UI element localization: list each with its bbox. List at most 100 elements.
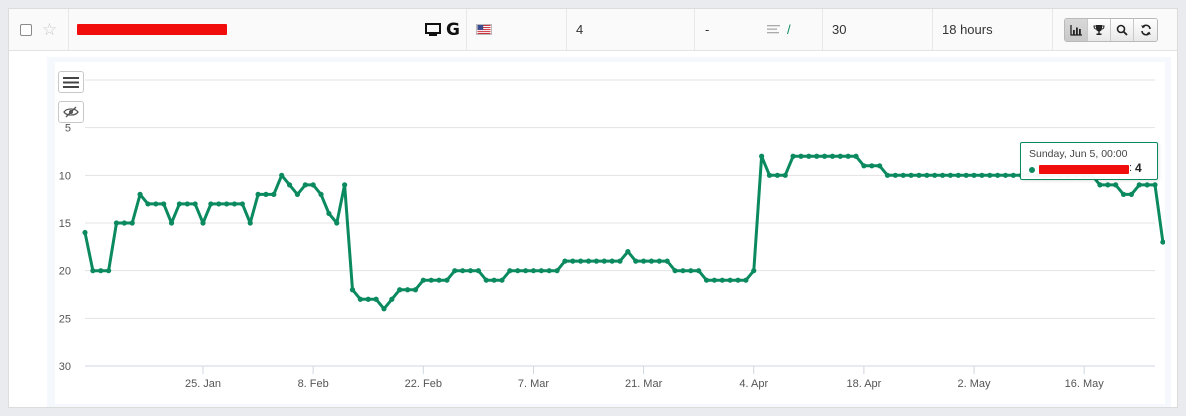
data-point[interactable] bbox=[231, 201, 238, 207]
data-point[interactable] bbox=[585, 258, 592, 264]
data-point[interactable] bbox=[342, 182, 348, 188]
data-point[interactable] bbox=[570, 258, 576, 264]
data-point[interactable] bbox=[349, 287, 356, 293]
rank-history-chart[interactable]: 05101520253025. Jan8. Feb22. Feb7. Mar21… bbox=[22, 62, 1186, 404]
data-point[interactable] bbox=[444, 277, 450, 283]
data-point[interactable] bbox=[656, 258, 662, 264]
data-point[interactable] bbox=[1136, 182, 1142, 188]
data-point[interactable] bbox=[145, 201, 151, 207]
data-point[interactable] bbox=[318, 191, 324, 197]
data-point[interactable] bbox=[436, 277, 442, 283]
data-point[interactable] bbox=[326, 210, 332, 217]
data-point[interactable] bbox=[971, 172, 977, 178]
data-point[interactable] bbox=[900, 172, 906, 178]
data-point[interactable] bbox=[381, 306, 387, 312]
data-point[interactable] bbox=[137, 191, 143, 197]
data-point[interactable] bbox=[239, 201, 245, 207]
data-point[interactable] bbox=[774, 172, 780, 178]
data-point[interactable] bbox=[216, 201, 222, 207]
data-point[interactable] bbox=[255, 191, 261, 197]
data-point[interactable] bbox=[821, 153, 828, 159]
data-point[interactable] bbox=[247, 220, 253, 226]
data-point[interactable] bbox=[554, 268, 560, 274]
data-point[interactable] bbox=[979, 172, 985, 178]
data-point[interactable] bbox=[664, 258, 670, 264]
data-point[interactable] bbox=[208, 201, 214, 207]
data-point[interactable] bbox=[1113, 182, 1119, 188]
data-point[interactable] bbox=[412, 287, 419, 293]
data-point[interactable] bbox=[924, 172, 930, 178]
data-point[interactable] bbox=[987, 172, 993, 178]
data-point[interactable] bbox=[483, 277, 489, 283]
data-point[interactable] bbox=[530, 268, 537, 274]
data-point[interactable] bbox=[1002, 172, 1009, 178]
data-point[interactable] bbox=[176, 201, 183, 207]
data-point[interactable] bbox=[696, 268, 702, 274]
competitors-button[interactable] bbox=[1088, 19, 1111, 41]
data-point[interactable] bbox=[113, 220, 120, 226]
data-point[interactable] bbox=[129, 220, 135, 226]
data-point[interactable] bbox=[491, 277, 497, 283]
data-point[interactable] bbox=[877, 163, 883, 169]
data-point[interactable] bbox=[711, 277, 718, 283]
data-point[interactable] bbox=[562, 258, 568, 264]
data-point[interactable] bbox=[806, 153, 812, 159]
data-point[interactable] bbox=[98, 268, 104, 274]
data-point[interactable] bbox=[192, 201, 198, 207]
data-point[interactable] bbox=[963, 172, 969, 178]
data-point[interactable] bbox=[475, 268, 481, 274]
data-point[interactable] bbox=[751, 268, 757, 274]
data-point[interactable] bbox=[1160, 239, 1166, 245]
data-point[interactable] bbox=[546, 268, 552, 274]
data-point[interactable] bbox=[153, 201, 159, 207]
data-point[interactable] bbox=[404, 287, 411, 293]
data-point[interactable] bbox=[271, 191, 277, 197]
data-point[interactable] bbox=[955, 172, 961, 178]
data-point[interactable] bbox=[672, 268, 678, 274]
data-point[interactable] bbox=[601, 258, 607, 264]
data-point[interactable] bbox=[1152, 182, 1158, 188]
chart-menu-button[interactable] bbox=[58, 71, 84, 93]
data-point[interactable] bbox=[759, 153, 765, 159]
data-point[interactable] bbox=[837, 153, 843, 159]
data-point[interactable] bbox=[279, 172, 285, 178]
data-point[interactable] bbox=[625, 249, 631, 255]
data-point[interactable] bbox=[184, 201, 190, 207]
data-point[interactable] bbox=[82, 229, 88, 236]
data-point[interactable] bbox=[703, 277, 710, 283]
data-point[interactable] bbox=[499, 277, 505, 283]
data-point[interactable] bbox=[168, 220, 175, 226]
data-point[interactable] bbox=[617, 258, 623, 264]
data-point[interactable] bbox=[373, 296, 379, 302]
data-point[interactable] bbox=[106, 268, 112, 274]
data-point[interactable] bbox=[641, 258, 647, 264]
data-point[interactable] bbox=[452, 268, 458, 274]
data-point[interactable] bbox=[939, 172, 946, 178]
data-point[interactable] bbox=[633, 258, 639, 264]
data-point[interactable] bbox=[1128, 191, 1134, 197]
data-point[interactable] bbox=[121, 220, 127, 226]
data-point[interactable] bbox=[507, 268, 513, 274]
data-point[interactable] bbox=[648, 258, 655, 264]
data-point[interactable] bbox=[1120, 191, 1127, 197]
data-point[interactable] bbox=[161, 201, 167, 207]
data-point[interactable] bbox=[814, 153, 820, 159]
data-point[interactable] bbox=[798, 153, 804, 159]
data-point[interactable] bbox=[884, 172, 891, 178]
data-point[interactable] bbox=[916, 172, 922, 178]
star-icon[interactable]: ☆ bbox=[42, 21, 57, 38]
data-point[interactable] bbox=[515, 268, 521, 274]
data-point[interactable] bbox=[294, 191, 301, 197]
data-point[interactable] bbox=[420, 277, 426, 283]
data-point[interactable] bbox=[286, 182, 293, 188]
data-point[interactable] bbox=[853, 153, 859, 159]
data-point[interactable] bbox=[263, 191, 269, 197]
data-point[interactable] bbox=[790, 153, 796, 159]
data-point[interactable] bbox=[680, 268, 686, 274]
data-point[interactable] bbox=[743, 277, 749, 283]
data-point[interactable] bbox=[845, 153, 851, 159]
data-point[interactable] bbox=[688, 268, 694, 274]
data-point[interactable] bbox=[397, 287, 403, 293]
data-point[interactable] bbox=[735, 277, 741, 283]
data-point[interactable] bbox=[766, 172, 773, 178]
